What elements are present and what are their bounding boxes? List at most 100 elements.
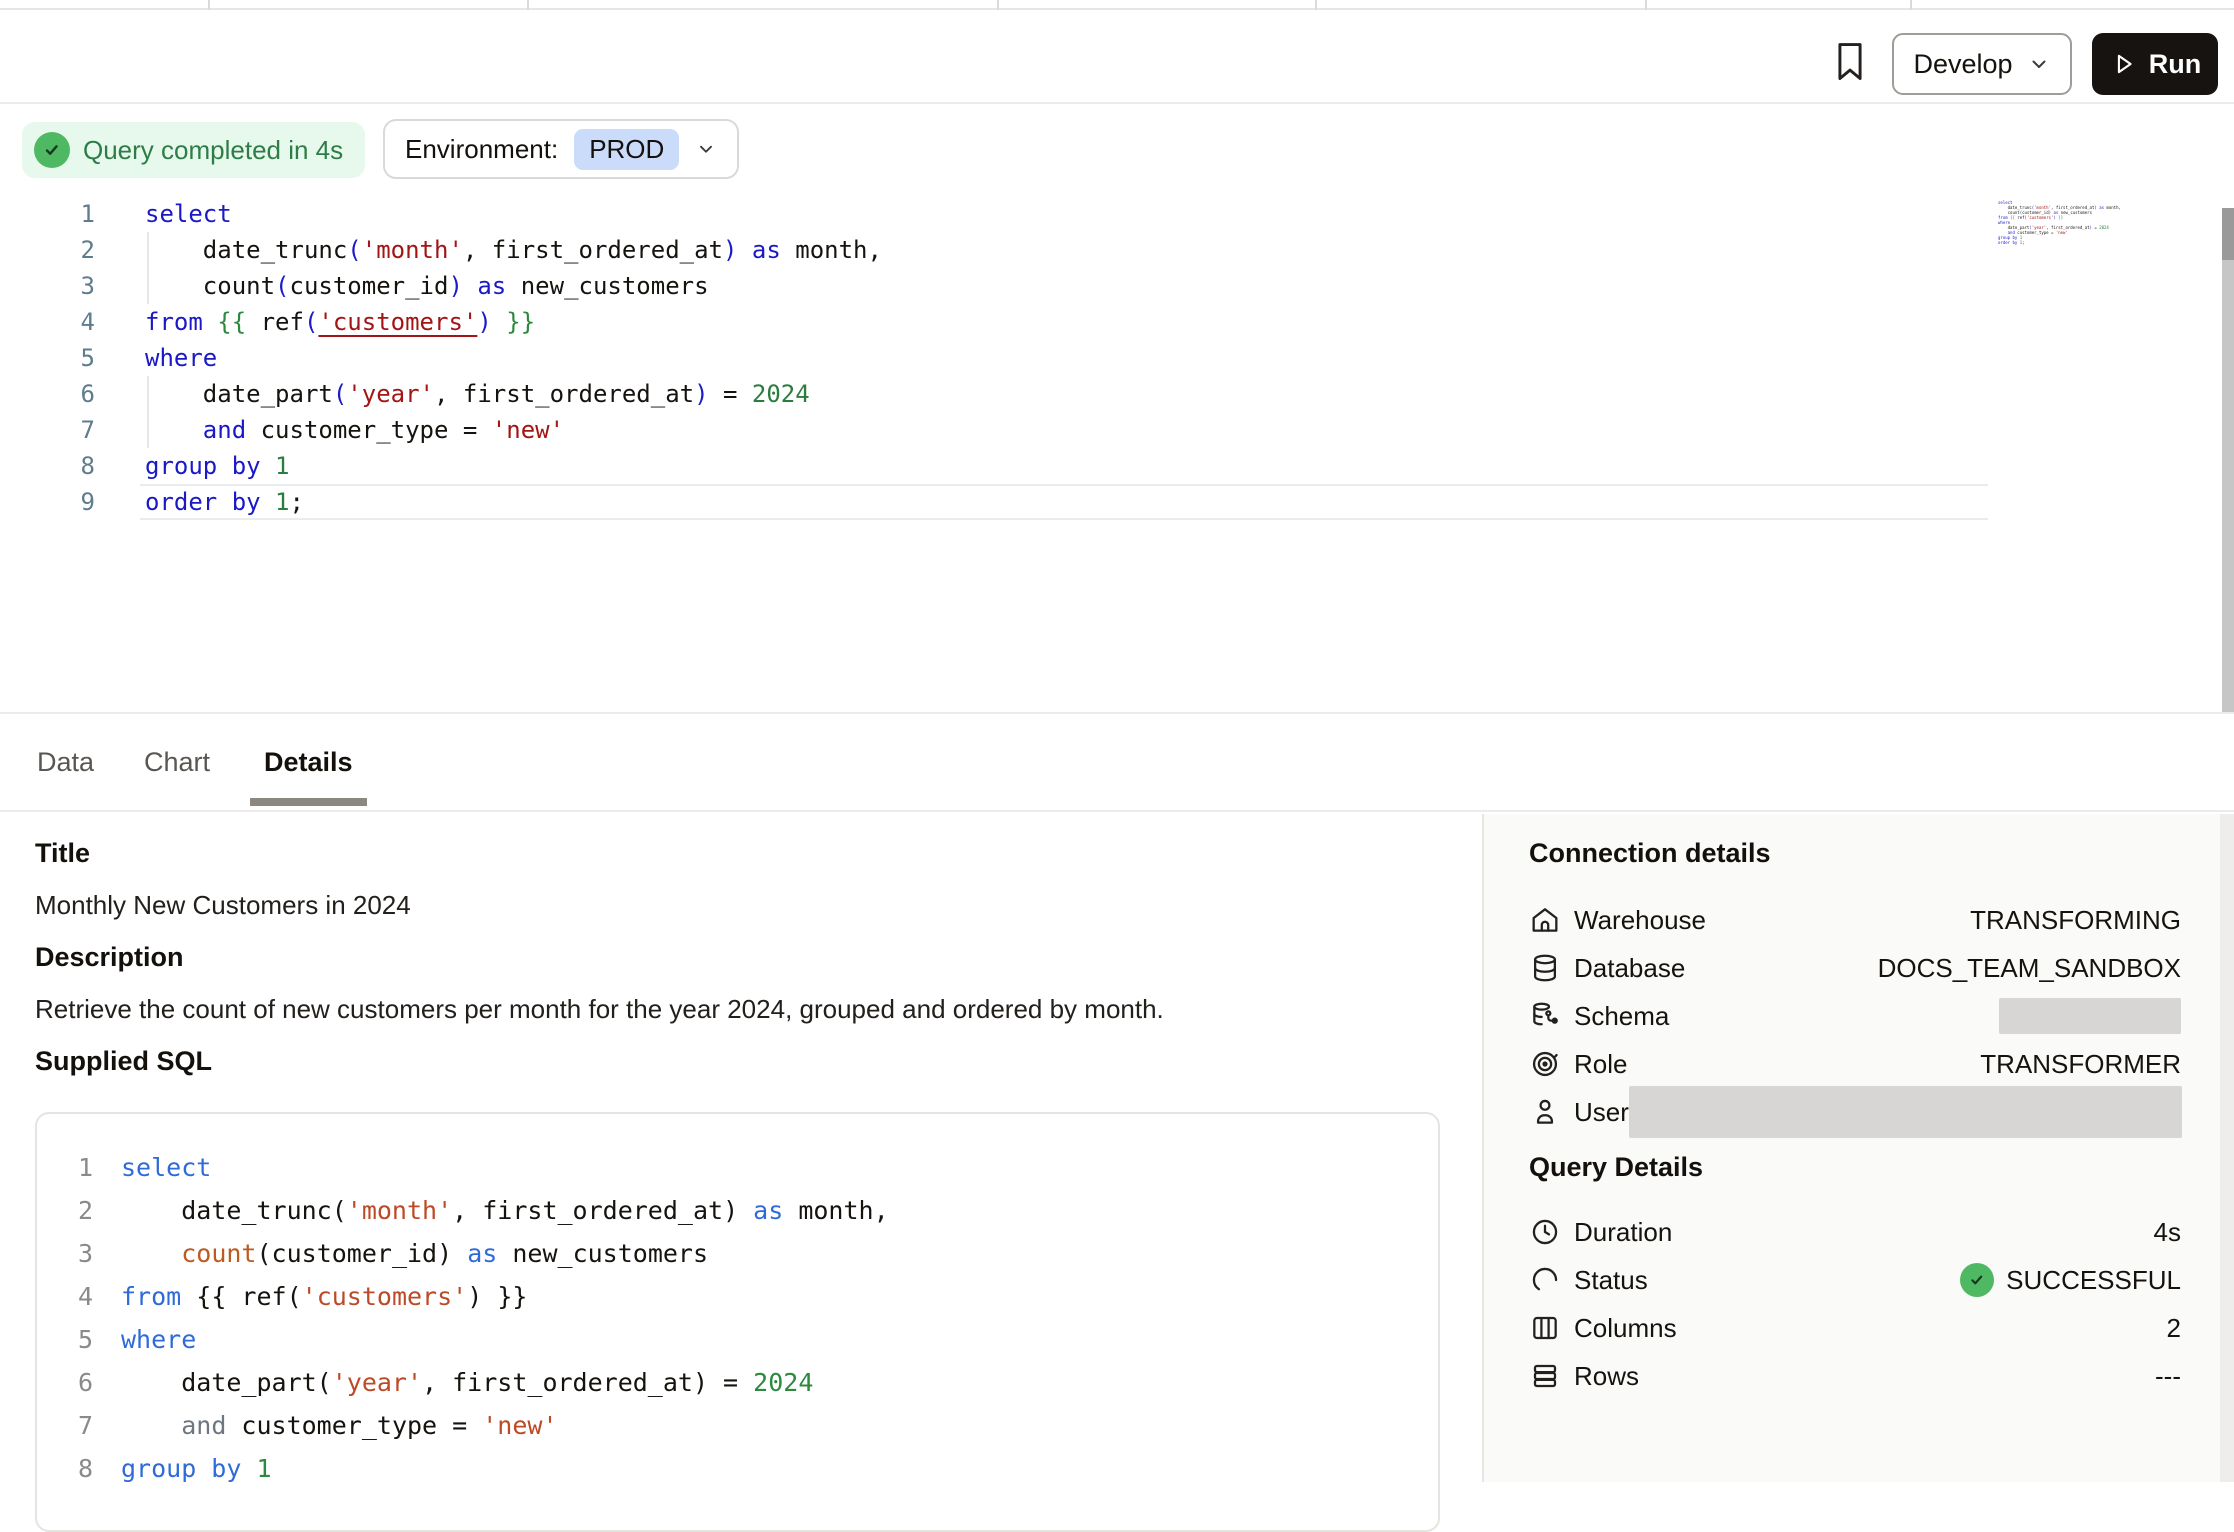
panel-scrollbar-track[interactable] [2220,814,2234,1482]
code-token: month, [2104,205,2121,210]
detail-row-value-text: SUCCESSFUL [2006,1265,2181,1296]
code-token: as [467,1239,497,1268]
code-line-text: and customer_type = 'new' [121,1404,558,1447]
code-token: date_trunc( [121,1196,347,1225]
check-circle-icon [1960,1263,1994,1297]
code-token: 1 [275,452,289,480]
supplied-sql-line: 8group by 1 [37,1447,1438,1490]
code-line-text: select [145,196,232,232]
code-token: ref [246,308,304,336]
role-icon [1529,1048,1561,1080]
detail-row-value-text: DOCS_TEAM_SANDBOX [1878,953,2181,984]
editor-line[interactable]: 1select [0,196,2234,232]
code-token: group by [145,452,261,480]
supplied-sql-line: 5 where [37,1318,1438,1361]
code-token: ; [2022,240,2024,245]
code-token: , first_ordered_at) = [422,1368,753,1397]
line-number: 2 [37,1189,93,1232]
code-line-text: count(customer_id) as new_customers [145,268,709,304]
code-line-text: where [145,340,217,376]
code-token: 2024 [753,1368,813,1397]
editor-line[interactable]: 7 and customer_type = 'new' [0,412,2234,448]
top-tab-strip [0,0,2234,10]
code-token [737,236,751,264]
environment-selector[interactable]: Environment: PROD [383,119,739,179]
redacted-value [1999,998,2181,1034]
detail-row-user: User [1529,1088,2181,1136]
chevron-down-icon [2027,52,2051,76]
active-line-highlight [140,484,1988,520]
detail-row-warehouse: Warehouse TRANSFORMING [1529,896,2181,944]
editor-line[interactable]: 8group by 1 [0,448,2234,484]
tab-details[interactable]: Details [264,714,353,810]
schema-icon [1529,1000,1561,1032]
user-icon [1529,1096,1561,1128]
detail-row-label: Rows [1574,1361,1639,1392]
code-token [121,1411,181,1440]
develop-button[interactable]: Develop [1892,33,2072,95]
run-button[interactable]: Run [2092,33,2218,95]
bookmark-icon[interactable] [1828,38,1872,86]
code-token: date_part [145,380,333,408]
code-token [203,308,217,336]
editor-minimap[interactable]: select date_trunc('month', first_ordered… [1998,200,2148,245]
editor-scrollbar-thumb[interactable] [2222,208,2234,260]
editor-line[interactable]: 2 date_trunc('month', first_ordered_at) … [0,232,2234,268]
code-token: new_customers [497,1239,708,1268]
code-token: as [477,272,506,300]
code-token: customer_type = [226,1411,482,1440]
query-status-badge: Query completed in 4s [22,122,365,178]
code-line-text: where [121,1318,196,1361]
code-token: 'new' [492,416,564,444]
code-token: group by [121,1454,241,1483]
code-token: from [145,308,203,336]
environment-value-pill: PROD [574,129,679,170]
supplied-sql-line: 1select [37,1146,1438,1189]
minimap-line: order by 1; [1998,240,2148,245]
code-token: select [121,1153,211,1182]
code-token: count [181,1239,256,1268]
loader-icon [1529,1264,1561,1296]
results-tab-bar: Data Chart Details [0,712,2234,812]
code-token: }} [506,308,535,336]
sql-editor[interactable]: 1select2 date_trunc('month', first_order… [0,196,2234,712]
detail-row-label: Warehouse [1574,905,1706,936]
editor-line[interactable]: 9order by 1; [0,484,2234,520]
line-number: 7 [0,412,95,448]
tab-separator [997,0,999,10]
code-token: customer_id [290,272,449,300]
code-token: count [145,272,275,300]
code-token: date_part( [121,1368,332,1397]
detail-row-value: TRANSFORMING [1970,905,2181,936]
tab-label: Details [264,747,353,778]
editor-scrollbar[interactable] [2222,208,2234,720]
code-token [261,452,275,480]
detail-row-label: Columns [1574,1313,1677,1344]
tab-separator [1315,0,1317,10]
editor-line[interactable]: 4from {{ ref('customers') }} [0,304,2234,340]
code-token: where [145,344,217,372]
app-root: { "top_bar": { "develop_label": "Develop… [0,0,2234,1482]
tab-chart[interactable]: Chart [144,714,210,810]
code-token: 2024 [752,380,810,408]
code-token: 'new' [482,1411,557,1440]
code-token: 2024 [2099,225,2109,230]
editor-line[interactable]: 5where [0,340,2234,376]
code-token: month, [781,236,882,264]
line-number: 8 [37,1447,93,1490]
editor-line[interactable]: 6 date_part('year', first_ordered_at) = … [0,376,2234,412]
code-token: from [121,1282,181,1311]
check-circle-icon [34,132,70,168]
code-token: , first_ordered_at [463,236,723,264]
code-line-text: date_trunc('month', first_ordered_at) as… [145,232,882,268]
supplied-sql-code: 1select2 date_trunc('month', first_order… [37,1146,1438,1490]
status-row: Query completed in 4s Environment: PROD [0,104,2234,196]
code-line-text: count(customer_id) as new_customers [121,1232,708,1275]
code-token [261,488,275,516]
tab-data[interactable]: Data [37,714,94,810]
line-number: 5 [37,1318,93,1361]
code-token: ) [694,380,708,408]
detail-row-database: DatabaseDOCS_TEAM_SANDBOX [1529,944,2181,992]
editor-line[interactable]: 3 count(customer_id) as new_customers [0,268,2234,304]
code-token: month, [783,1196,888,1225]
